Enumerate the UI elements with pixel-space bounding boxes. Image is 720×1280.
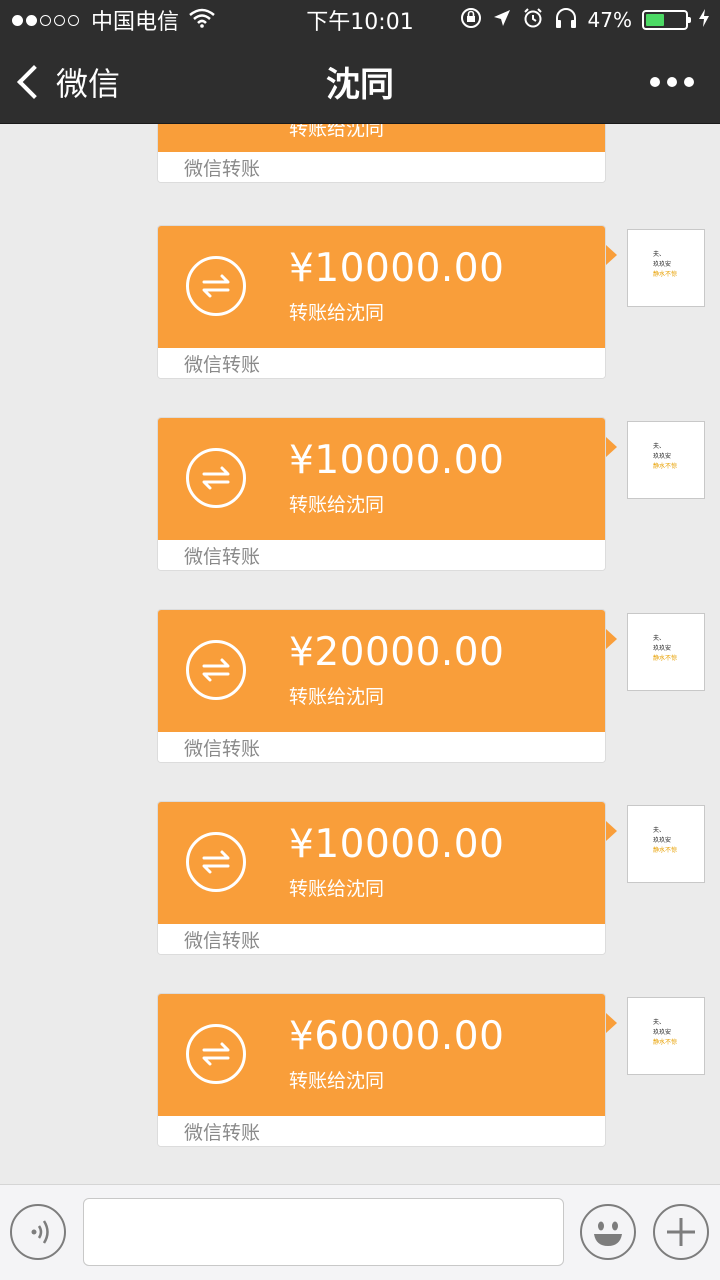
transfer-amount: ¥10000.00 <box>289 246 505 291</box>
headphones-icon <box>554 7 578 34</box>
battery-icon <box>642 10 691 30</box>
battery-level-fill <box>646 14 664 26</box>
chevron-left-icon <box>17 64 51 99</box>
avatar[interactable]: 夫、 玖玖安 静水不惊 <box>627 421 705 499</box>
emoji-icon <box>594 1221 622 1246</box>
transfer-footer: 微信转账 <box>158 348 605 378</box>
battery-percent: 47% <box>587 8 632 32</box>
transfer-description: 转账给沈同 <box>289 494 385 516</box>
transfer-card[interactable]: 转账给沈同 微信转账 <box>157 124 606 183</box>
voice-button[interactable] <box>10 1204 66 1260</box>
carrier-label: 中国电信 <box>91 10 180 35</box>
voice-icon <box>31 1220 49 1244</box>
transfer-message: ¥20000.00 转账给沈同 微信转账 <box>157 609 617 763</box>
transfer-message: ¥60000.00 转账给沈同 微信转账 <box>157 993 617 1147</box>
more-dots-icon[interactable] <box>650 76 694 87</box>
transfer-description: 转账给沈同 <box>289 878 385 900</box>
transfer-card[interactable]: ¥20000.00 转账给沈同 微信转账 <box>157 609 606 763</box>
orientation-lock-icon <box>460 7 482 34</box>
signal-icon <box>12 14 79 26</box>
message-input[interactable] <box>83 1198 564 1266</box>
transfer-footer: 微信转账 <box>158 732 605 762</box>
alarm-icon <box>522 7 544 34</box>
transfer-footer: 微信转账 <box>158 924 605 954</box>
transfer-description: 转账给沈同 <box>289 124 385 140</box>
transfer-message: ¥10000.00 转账给沈同 微信转账 <box>157 225 617 379</box>
avatar[interactable]: 夫、 玖玖安 静水不惊 <box>627 229 705 307</box>
transfer-description: 转账给沈同 <box>289 1070 385 1092</box>
emoji-button[interactable] <box>580 1204 636 1260</box>
transfer-card[interactable]: ¥10000.00 转账给沈同 微信转账 <box>157 417 606 571</box>
transfer-description: 转账给沈同 <box>289 686 385 708</box>
chat-message-list[interactable]: 转账给沈同 微信转账 ¥10000.00 转账给沈同 微信转账 夫、 玖玖安 静… <box>0 124 720 1184</box>
location-icon <box>492 8 512 33</box>
transfer-footer: 微信转账 <box>158 1116 605 1146</box>
navigation-bar: 微信 沈同 <box>0 40 720 124</box>
transfer-footer: 微信转账 <box>158 152 605 182</box>
transfer-arrows-icon <box>186 448 246 508</box>
transfer-message: ¥10000.00 转账给沈同 微信转账 <box>157 417 617 571</box>
transfer-card[interactable]: ¥60000.00 转账给沈同 微信转账 <box>157 993 606 1147</box>
transfer-message: 转账给沈同 微信转账 <box>157 124 606 183</box>
status-time: 下午10:01 <box>306 10 414 35</box>
transfer-footer: 微信转账 <box>158 540 605 570</box>
plus-icon <box>667 1218 695 1246</box>
status-bar: 中国电信 下午10:01 47% <box>0 0 720 40</box>
transfer-amount: ¥20000.00 <box>289 630 505 675</box>
more-functions-button[interactable] <box>653 1204 709 1260</box>
wifi-icon <box>189 8 215 33</box>
input-toolbar <box>0 1184 720 1280</box>
transfer-amount: ¥60000.00 <box>289 1014 505 1059</box>
back-button[interactable]: 微信 <box>14 59 120 105</box>
transfer-message: ¥10000.00 转账给沈同 微信转账 <box>157 801 617 955</box>
transfer-arrows-icon <box>186 1024 246 1084</box>
transfer-card[interactable]: ¥10000.00 转账给沈同 微信转账 <box>157 801 606 955</box>
transfer-amount: ¥10000.00 <box>289 822 505 867</box>
transfer-arrows-icon <box>186 640 246 700</box>
charging-icon <box>698 8 710 33</box>
avatar[interactable]: 夫、 玖玖安 静水不惊 <box>627 805 705 883</box>
avatar[interactable]: 夫、 玖玖安 静水不惊 <box>627 997 705 1075</box>
chat-title: 沈同 <box>326 65 394 105</box>
transfer-card[interactable]: ¥10000.00 转账给沈同 微信转账 <box>157 225 606 379</box>
transfer-arrows-icon <box>186 832 246 892</box>
transfer-amount: ¥10000.00 <box>289 438 505 483</box>
back-label: 微信 <box>56 64 121 103</box>
transfer-description: 转账给沈同 <box>289 302 385 324</box>
transfer-arrows-icon <box>186 256 246 316</box>
avatar[interactable]: 夫、 玖玖安 静水不惊 <box>627 613 705 691</box>
